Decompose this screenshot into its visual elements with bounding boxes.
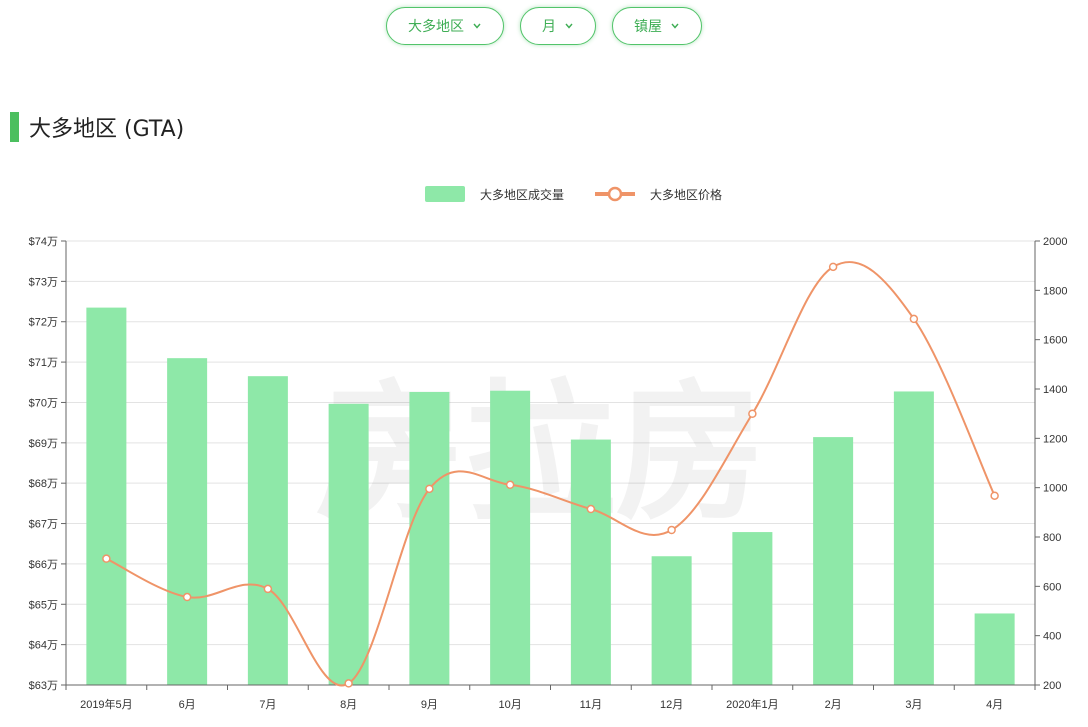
y-left-tick-label: $70万 — [29, 397, 58, 409]
line-point-price — [344, 679, 353, 688]
line-point-price — [586, 504, 596, 514]
y-right-tick-label: 2000 — [1043, 236, 1067, 248]
y-left-tick-label: $74万 — [29, 236, 58, 248]
bar-volume — [328, 403, 369, 685]
bar-volume — [86, 307, 127, 685]
x-tick-label: 11月 — [580, 699, 602, 711]
line-point-price — [909, 314, 919, 324]
y-left-tick-label: $63万 — [29, 680, 58, 692]
line-point-price — [748, 409, 757, 419]
combo-chart: $74万 $73万 $72万 $71万 $70万 $69万 $68万 $67万 $66万 $65万… — [29, 186, 1067, 711]
bar-volume — [570, 439, 611, 685]
line-point-price — [505, 480, 515, 490]
x-tick-label: 12月 — [660, 699, 683, 711]
y-left-tick-label: $64万 — [29, 640, 58, 652]
line-point-price — [425, 484, 434, 494]
x-tick-label: 8月 — [340, 699, 357, 711]
y-right-tick-label: 1400 — [1043, 384, 1067, 396]
line-point-price — [828, 262, 838, 272]
y-left-tick-label: $66万 — [29, 559, 58, 571]
y-left-tick-label: $65万 — [29, 599, 58, 611]
x-tick-label: 3月 — [905, 699, 922, 711]
x-tick-label: 9月 — [421, 699, 438, 711]
legend: 大多地区成交量 大多地区价格 — [425, 186, 722, 202]
bar-volume — [490, 390, 531, 685]
line-point-price — [102, 554, 111, 563]
y-right-tick-label: 800 — [1043, 532, 1061, 544]
bar-volume — [409, 391, 450, 685]
x-tick-label: 2019年5月 — [80, 697, 133, 711]
bar-volume — [167, 358, 208, 685]
y-left-tick-label: $73万 — [29, 276, 58, 288]
x-tick-label: 4月 — [986, 699, 1003, 711]
y-left-tick-label: $72万 — [29, 317, 58, 329]
bar-volume — [651, 556, 692, 685]
y-right-tick-label: 1800 — [1043, 285, 1067, 297]
y-right-tick-label: 1200 — [1043, 433, 1067, 445]
y-right-tick-label: 1600 — [1043, 335, 1067, 347]
x-tick-label: 7月 — [259, 699, 276, 711]
x-tick-label: 10月 — [499, 699, 522, 711]
legend-swatch-price-dot — [607, 186, 623, 202]
line-point-price — [182, 592, 192, 602]
bar-volume — [974, 613, 1015, 685]
y-right-tick-label: 400 — [1043, 631, 1061, 643]
y-left-tick-label: $67万 — [29, 519, 58, 531]
bar-volume — [893, 391, 934, 685]
y-right-tick-label: 1000 — [1043, 483, 1067, 495]
legend-label-price: 大多地区价格 — [650, 187, 722, 202]
legend-label-volume: 大多地区成交量 — [480, 187, 564, 202]
x-tick-label: 2020年1月 — [726, 697, 779, 711]
line-point-price — [667, 525, 676, 535]
y-left-tick-label: $69万 — [29, 438, 58, 450]
x-tick-label: 2月 — [825, 699, 842, 711]
watermark-text: 房拉房 — [315, 367, 765, 541]
legend-swatch-volume — [425, 186, 465, 202]
x-tick-label: 6月 — [179, 699, 196, 711]
bar-volume — [813, 437, 854, 685]
y-right-tick-label: 200 — [1043, 680, 1061, 692]
y-right-tick-label: 600 — [1043, 581, 1061, 593]
bar-volume — [732, 532, 773, 685]
bar-volume — [247, 376, 288, 685]
y-left-tick-label: $71万 — [29, 357, 58, 369]
line-point-price — [263, 584, 273, 594]
line-point-price — [990, 491, 999, 500]
y-left-tick-label: $68万 — [29, 478, 58, 490]
